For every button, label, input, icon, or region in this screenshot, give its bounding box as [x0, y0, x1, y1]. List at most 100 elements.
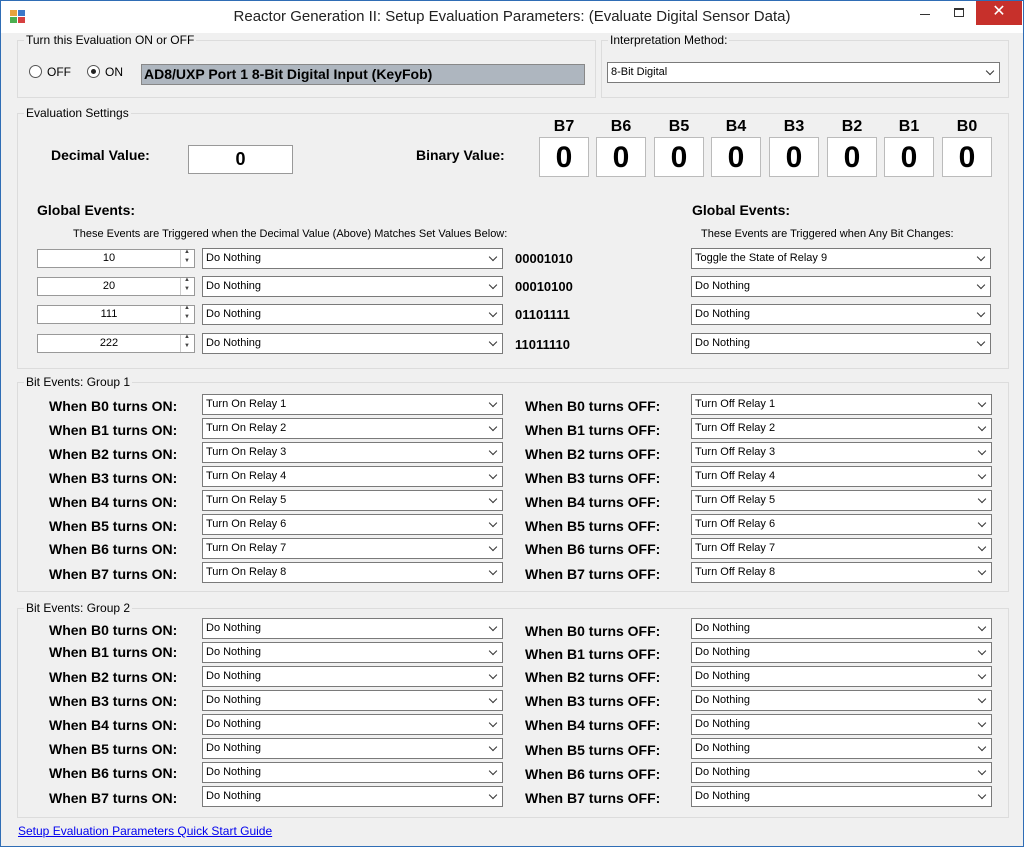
- on-event-select[interactable]: Do Nothing: [202, 738, 503, 759]
- on-event-select[interactable]: Do Nothing: [202, 762, 503, 783]
- global-events-left-title: Global Events:: [37, 202, 136, 218]
- close-button[interactable]: ✕: [976, 1, 1022, 25]
- bit-change-action-value: Toggle the State of Relay 9: [695, 252, 828, 264]
- match-value: 10: [102, 252, 116, 264]
- on-event-select[interactable]: Do Nothing: [202, 690, 503, 711]
- global-events-left-subtitle: These Events are Triggered when the Deci…: [73, 228, 508, 240]
- chevron-down-icon: [976, 643, 988, 662]
- stepper-arrows-icon[interactable]: [180, 305, 194, 323]
- off-event-select[interactable]: Turn Off Relay 7: [691, 538, 992, 559]
- off-event-select[interactable]: Turn Off Relay 3: [691, 442, 992, 463]
- bit-header-b7: B7: [553, 118, 575, 135]
- bit-change-action-select[interactable]: Do Nothing: [691, 276, 991, 297]
- on-label[interactable]: ON: [105, 65, 123, 79]
- off-event-select[interactable]: Do Nothing: [691, 618, 992, 639]
- match-action-select[interactable]: Do Nothing: [202, 248, 503, 269]
- interpretation-method-select[interactable]: 8-Bit Digital: [607, 62, 1000, 83]
- on-event-select[interactable]: Do Nothing: [202, 786, 503, 807]
- match-value-stepper[interactable]: 111: [37, 305, 195, 324]
- off-event-select[interactable]: Do Nothing: [691, 690, 992, 711]
- chevron-down-icon: [487, 539, 499, 558]
- stepper-arrows-icon[interactable]: [180, 277, 194, 295]
- bit-change-action-select[interactable]: Do Nothing: [691, 333, 991, 354]
- on-event-select[interactable]: Turn On Relay 5: [202, 490, 503, 511]
- bit-change-action-select[interactable]: Do Nothing: [691, 304, 991, 325]
- on-event-select[interactable]: Do Nothing: [202, 666, 503, 687]
- bit-header-b2: B2: [841, 118, 863, 135]
- on-radio[interactable]: [87, 65, 100, 78]
- bit-header-b1: B1: [898, 118, 920, 135]
- off-event-value: Do Nothing: [695, 718, 751, 730]
- on-event-select[interactable]: Turn On Relay 3: [202, 442, 503, 463]
- off-event-label: When B2 turns OFF:: [525, 669, 661, 685]
- match-value-stepper[interactable]: 20: [37, 277, 195, 296]
- bit-value-b4: 0: [711, 137, 761, 177]
- on-event-select[interactable]: Turn On Relay 6: [202, 514, 503, 535]
- off-event-select[interactable]: Turn Off Relay 5: [691, 490, 992, 511]
- on-event-value: Turn On Relay 1: [206, 398, 287, 410]
- off-event-select[interactable]: Turn Off Relay 2: [691, 418, 992, 439]
- quick-start-guide-link[interactable]: Setup Evaluation Parameters Quick Start …: [18, 824, 272, 838]
- stepper-arrows-icon[interactable]: [180, 334, 194, 352]
- maximize-button[interactable]: [942, 1, 976, 25]
- off-radio[interactable]: [29, 65, 42, 78]
- match-value-stepper[interactable]: 222: [37, 334, 195, 353]
- on-event-value: Do Nothing: [206, 742, 262, 754]
- off-event-select[interactable]: Do Nothing: [691, 786, 992, 807]
- off-event-select[interactable]: Turn Off Relay 1: [691, 394, 992, 415]
- chevron-down-icon: [976, 443, 988, 462]
- off-event-select[interactable]: Do Nothing: [691, 666, 992, 687]
- on-event-value: Do Nothing: [206, 670, 262, 682]
- off-event-select[interactable]: Do Nothing: [691, 642, 992, 663]
- stepper-arrows-icon[interactable]: [180, 249, 194, 267]
- on-event-select[interactable]: Turn On Relay 8: [202, 562, 503, 583]
- on-event-select[interactable]: Turn On Relay 7: [202, 538, 503, 559]
- match-value-stepper[interactable]: 10: [37, 249, 195, 268]
- on-event-label: When B6 turns ON:: [49, 765, 178, 781]
- main-window: Reactor Generation II: Setup Evaluation …: [0, 0, 1024, 847]
- on-event-value: Do Nothing: [206, 622, 262, 634]
- match-action-select[interactable]: Do Nothing: [202, 333, 503, 354]
- bit-change-action-select[interactable]: Toggle the State of Relay 9: [691, 248, 991, 269]
- off-event-value: Turn Off Relay 7: [695, 542, 776, 554]
- on-event-select[interactable]: Do Nothing: [202, 618, 503, 639]
- chevron-down-icon: [487, 619, 499, 638]
- off-event-value: Turn Off Relay 5: [695, 494, 776, 506]
- match-action-select[interactable]: Do Nothing: [202, 276, 503, 297]
- on-event-select[interactable]: Turn On Relay 2: [202, 418, 503, 439]
- chevron-down-icon: [976, 419, 988, 438]
- bit-value-b7: 0: [539, 137, 589, 177]
- on-event-select[interactable]: Do Nothing: [202, 714, 503, 735]
- chevron-down-icon: [487, 249, 499, 268]
- off-event-select[interactable]: Do Nothing: [691, 714, 992, 735]
- off-event-value: Turn Off Relay 4: [695, 470, 776, 482]
- bit-value-b3: 0: [769, 137, 819, 177]
- on-event-label: When B4 turns ON:: [49, 717, 178, 733]
- chevron-down-icon: [487, 305, 499, 324]
- chevron-down-icon: [976, 763, 988, 782]
- close-icon: ✕: [992, 3, 1006, 20]
- evaluation-name-field[interactable]: AD8/UXP Port 1 8-Bit Digital Input (KeyF…: [141, 64, 585, 85]
- off-event-select[interactable]: Do Nothing: [691, 738, 992, 759]
- on-event-value: Turn On Relay 4: [206, 470, 287, 482]
- on-event-select[interactable]: Turn On Relay 1: [202, 394, 503, 415]
- off-event-label: When B5 turns OFF:: [525, 518, 661, 534]
- chevron-down-icon: [487, 277, 499, 296]
- off-event-select[interactable]: Turn Off Relay 8: [691, 562, 992, 583]
- off-event-select[interactable]: Turn Off Relay 6: [691, 514, 992, 535]
- chevron-down-icon: [487, 563, 499, 582]
- window-title: Reactor Generation II: Setup Evaluation …: [233, 8, 791, 25]
- match-action-select[interactable]: Do Nothing: [202, 304, 503, 325]
- minimize-button[interactable]: [908, 1, 942, 25]
- off-event-select[interactable]: Do Nothing: [691, 762, 992, 783]
- off-event-label: When B7 turns OFF:: [525, 790, 661, 806]
- off-event-select[interactable]: Turn Off Relay 4: [691, 466, 992, 487]
- chevron-down-icon: [976, 739, 988, 758]
- bit-change-action-value: Do Nothing: [695, 337, 751, 349]
- off-label[interactable]: OFF: [47, 65, 71, 79]
- on-event-select[interactable]: Do Nothing: [202, 642, 503, 663]
- title-bar: Reactor Generation II: Setup Evaluation …: [1, 1, 1023, 33]
- chevron-down-icon: [487, 395, 499, 414]
- off-event-value: Do Nothing: [695, 742, 751, 754]
- on-event-select[interactable]: Turn On Relay 4: [202, 466, 503, 487]
